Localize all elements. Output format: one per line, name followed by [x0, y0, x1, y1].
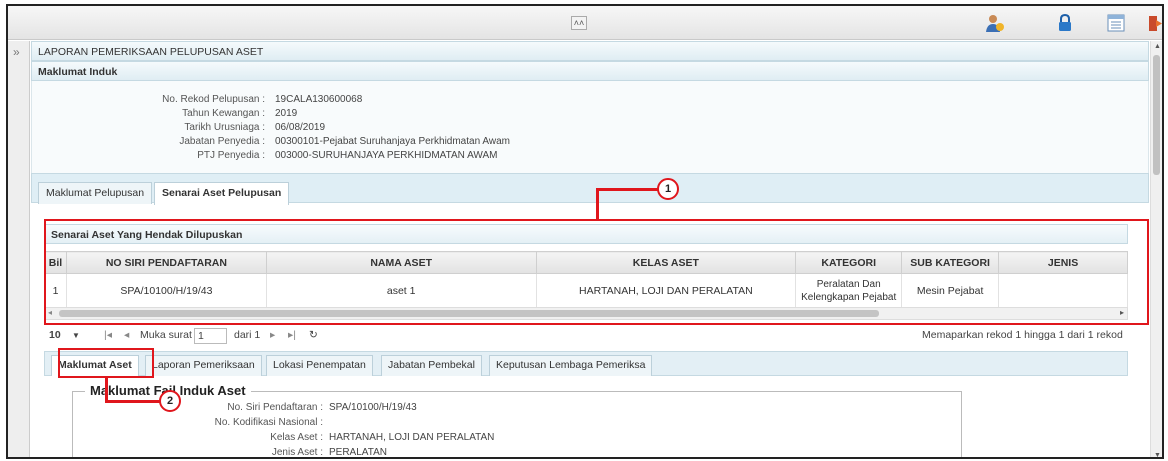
- tab-jabatan-pembekal[interactable]: Jabatan Pembekal: [381, 355, 482, 376]
- aset-fieldset: Maklumat Fail Induk Aset No. Siri Pendaf…: [72, 383, 962, 457]
- callout-line-1: [596, 189, 599, 219]
- page-total: dari 1: [234, 329, 261, 341]
- user-help-icon[interactable]: [985, 13, 1005, 33]
- callout-line-1b: [596, 188, 659, 191]
- callout-badge-1: 1: [657, 178, 679, 200]
- main-content: LAPORAN PEMERIKSAAN PELUPUSAN ASET Maklu…: [31, 41, 1149, 457]
- detail-tabs: Maklumat Aset Laporan Pemeriksaan Lokasi…: [44, 351, 1128, 376]
- field-ptj-penyedia: PTJ Penyedia : 003000-SURUHANJAYA PERKHI…: [197, 150, 498, 161]
- induk-section-title: Maklumat Induk: [31, 61, 1149, 81]
- tab-lokasi-penempatan[interactable]: Lokasi Penempatan: [266, 355, 373, 376]
- list-icon[interactable]: [1106, 13, 1126, 33]
- field-tarikh-urusniaga: Tarikh Urusniaga : 06/08/2019: [184, 122, 326, 133]
- app-window: ˄˄ » LAPORAN PEMERIKSAAN PELUPUSAN ASET …: [6, 4, 1164, 459]
- page-number-input[interactable]: 1: [194, 328, 227, 344]
- tab-senarai-aset-pelupusan[interactable]: Senarai Aset Pelupusan: [154, 182, 290, 205]
- induk-info: No. Rekod Pelupusan : 19CALA130600068 Ta…: [31, 81, 1149, 173]
- refresh-icon[interactable]: ↻: [309, 329, 318, 341]
- prev-page-icon[interactable]: ◂: [124, 329, 129, 341]
- callout-badge-2: 2: [159, 390, 181, 412]
- scroll-down-icon[interactable]: ▼: [1154, 452, 1161, 457]
- highlight-box-2: [58, 348, 154, 378]
- double-chevron-up-icon[interactable]: ˄˄: [571, 16, 587, 30]
- tab-laporan-pemeriksaan[interactable]: Laporan Pemeriksaan: [145, 355, 262, 376]
- lock-icon[interactable]: [1055, 13, 1075, 33]
- main-tabs: Maklumat Pelupusan Senarai Aset Pelupusa…: [31, 173, 1149, 205]
- tab-keputusan-lembaga[interactable]: Keputusan Lembaga Pemeriksa: [489, 355, 653, 376]
- field-jabatan-penyedia: Jabatan Penyedia : 00300101-Pejabat Suru…: [179, 136, 510, 147]
- callout-line-2: [105, 378, 108, 402]
- page-vertical-scrollbar[interactable]: ▲ ▼: [1150, 41, 1162, 457]
- field-no-rekod: No. Rekod Pelupusan : 19CALA130600068: [162, 94, 363, 105]
- double-chevron-right-icon[interactable]: »: [13, 45, 20, 59]
- page-label: Muka surat: [140, 329, 192, 341]
- highlight-box-1: [44, 219, 1149, 325]
- pager-summary: Memaparkan rekod 1 hingga 1 dari 1 rekod: [922, 329, 1123, 341]
- chevron-down-icon[interactable]: ▼: [72, 331, 80, 340]
- top-toolbar: ˄˄: [8, 6, 1162, 40]
- page-title: LAPORAN PEMERIKSAAN PELUPUSAN ASET: [31, 41, 1149, 61]
- page-size-select[interactable]: 10: [49, 329, 61, 341]
- next-page-icon[interactable]: ▸: [270, 329, 275, 341]
- sidebar-toggle[interactable]: »: [8, 41, 30, 457]
- tab-maklumat-pelupusan[interactable]: Maklumat Pelupusan: [38, 182, 153, 204]
- scroll-up-icon[interactable]: ▲: [1154, 43, 1161, 50]
- first-page-icon[interactable]: |◂: [104, 329, 112, 341]
- pager: 10 ▼ |◂ ◂ Muka surat 1 dari 1 ▸ ▸| ↻ Mem…: [44, 325, 1128, 347]
- field-tahun-kewangan: Tahun Kewangan : 2019: [182, 108, 298, 119]
- callout-line-2b: [105, 400, 161, 403]
- exit-icon[interactable]: [1146, 13, 1164, 33]
- last-page-icon[interactable]: ▸|: [288, 329, 296, 341]
- vertical-scroll-thumb[interactable]: [1153, 55, 1160, 175]
